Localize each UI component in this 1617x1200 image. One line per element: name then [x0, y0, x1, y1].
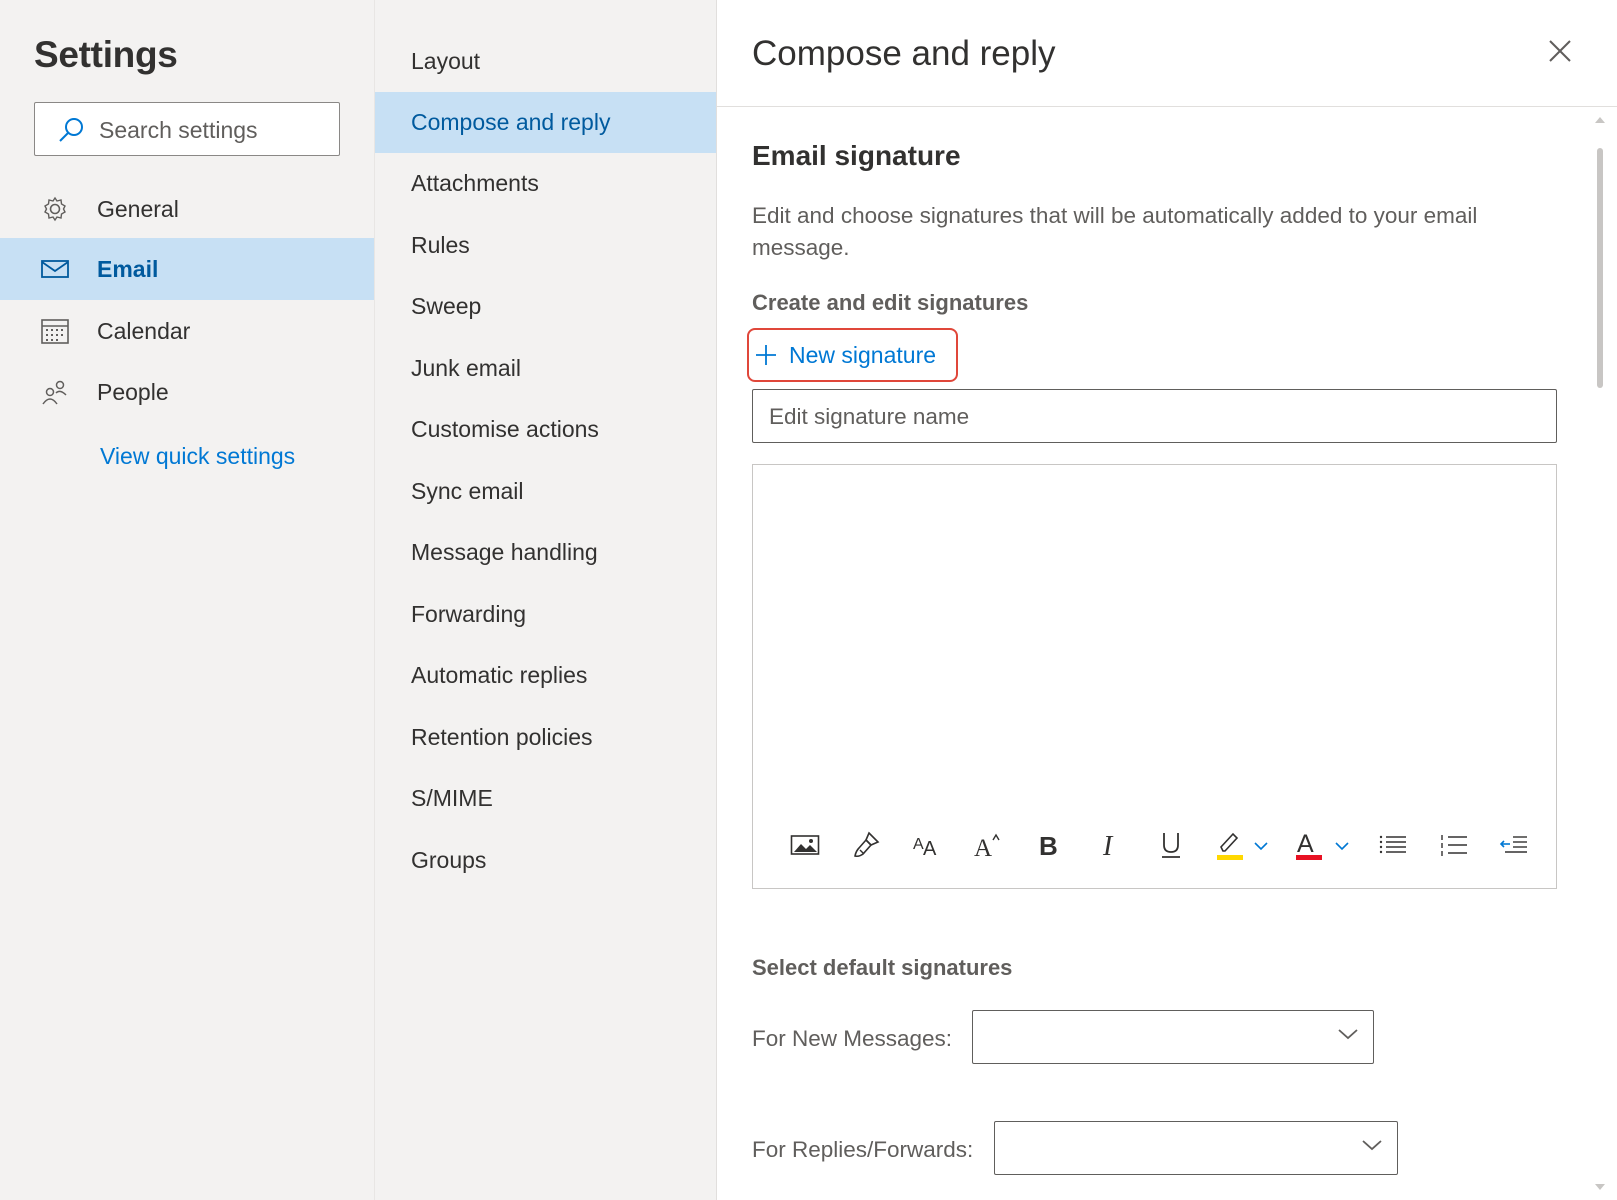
subnav-label: S/MIME	[411, 785, 493, 811]
insert-picture-icon	[790, 835, 820, 855]
new-signature-label: New signature	[789, 341, 937, 368]
scroll-up-arrow-icon[interactable]	[1594, 116, 1606, 124]
subnav-label: Retention policies	[411, 724, 593, 750]
pane-title: Compose and reply	[752, 34, 1056, 73]
nav-label-email: Email	[97, 255, 159, 282]
nav-item-general[interactable]: General	[0, 178, 374, 240]
subnav-item-message-handling[interactable]: Message handling	[375, 522, 716, 583]
numbering-button[interactable]	[1436, 825, 1472, 865]
for-new-messages-label: For New Messages:	[752, 1026, 953, 1051]
font-color-button[interactable]: A	[1292, 825, 1354, 865]
nav-item-people[interactable]: People	[0, 361, 374, 423]
compose-reply-pane: Compose and reply Email signature Edit a…	[716, 0, 1617, 1200]
header-divider	[717, 106, 1617, 107]
chevron-down-icon	[1338, 1029, 1358, 1040]
nav-item-calendar[interactable]: Calendar	[0, 300, 374, 362]
bullets-button[interactable]	[1375, 825, 1411, 865]
mail-icon	[41, 260, 69, 278]
font-size-icon: A A	[913, 836, 937, 858]
signature-editor[interactable]: A A A B I A	[752, 464, 1557, 889]
signature-description: Edit and choose signatures that will be …	[752, 203, 1478, 260]
decrease-indent-icon	[1499, 836, 1527, 853]
search-input[interactable]	[97, 111, 331, 149]
subnav-item-smime[interactable]: S/MIME	[375, 768, 716, 829]
settings-nav-pane: Settings General Email	[0, 0, 374, 1200]
create-signatures-heading: Create and edit signatures	[752, 290, 1029, 315]
search-box[interactable]	[34, 102, 340, 156]
email-subnav-pane: Layout Compose and reply Attachments Rul…	[374, 0, 716, 1200]
for-replies-dropdown[interactable]	[994, 1121, 1398, 1175]
nav-label-calendar: Calendar	[97, 317, 191, 344]
bold-button[interactable]: B	[1031, 825, 1067, 865]
highlight-button[interactable]	[1213, 825, 1273, 865]
close-icon[interactable]	[1547, 38, 1573, 64]
scroll-down-arrow-icon[interactable]	[1594, 1183, 1606, 1191]
subnav-label: Message handling	[411, 539, 598, 565]
numbering-icon	[1441, 835, 1467, 856]
email-signature-heading: Email signature	[752, 140, 961, 171]
subnav-label: Automatic replies	[411, 662, 588, 688]
scrollbar-thumb[interactable]	[1597, 148, 1603, 388]
svg-text:I: I	[1102, 831, 1114, 859]
underline-icon	[1162, 833, 1180, 858]
subnav-label: Sweep	[411, 293, 482, 319]
subnav-item-retention-policies[interactable]: Retention policies	[375, 707, 716, 768]
default-signatures-heading: Select default signatures	[752, 955, 1013, 980]
nav-item-email[interactable]: Email	[0, 238, 374, 300]
subnav-label: Rules	[411, 232, 470, 258]
nav-label-general: General	[97, 195, 179, 222]
view-quick-settings-link[interactable]: View quick settings	[100, 443, 295, 470]
subnav-label: Groups	[411, 847, 487, 873]
subnav-item-sweep[interactable]: Sweep	[375, 276, 716, 337]
font-size-button[interactable]: A A	[909, 825, 945, 865]
svg-text:A: A	[974, 835, 992, 859]
subnav-item-junk-email[interactable]: Junk email	[375, 338, 716, 399]
highlight-icon	[1217, 832, 1268, 860]
svg-text:B: B	[1039, 831, 1058, 859]
subnav-label: Sync email	[411, 478, 524, 504]
subnav-label: Customise actions	[411, 416, 599, 442]
search-icon	[59, 118, 83, 142]
subnav-item-customise-actions[interactable]: Customise actions	[375, 399, 716, 460]
subnav-item-groups[interactable]: Groups	[375, 830, 716, 891]
insert-picture-button[interactable]	[787, 825, 823, 865]
subnav-item-rules[interactable]: Rules	[375, 215, 716, 276]
signature-name-field[interactable]	[752, 389, 1557, 443]
superscript-icon: A	[974, 833, 1000, 859]
subnav-label: Attachments	[411, 170, 539, 196]
italic-icon: I	[1102, 831, 1114, 859]
calendar-icon	[41, 319, 69, 344]
subnav-label: Compose and reply	[411, 109, 611, 135]
signature-name-input[interactable]	[767, 399, 1531, 435]
format-painter-button[interactable]	[848, 825, 884, 865]
subnav-label: Junk email	[411, 355, 521, 381]
subnav-label: Layout	[411, 48, 481, 74]
superscript-button[interactable]: A	[970, 825, 1006, 865]
for-new-messages-dropdown[interactable]	[972, 1010, 1374, 1064]
subnav-item-attachments[interactable]: Attachments	[375, 153, 716, 214]
nav-label-people: People	[97, 378, 169, 405]
subnav-item-automatic-replies[interactable]: Automatic replies	[375, 645, 716, 706]
settings-title: Settings	[34, 34, 178, 75]
gear-icon	[44, 196, 66, 222]
svg-text:A: A	[1297, 830, 1314, 858]
subnav-item-forwarding[interactable]: Forwarding	[375, 584, 716, 645]
chevron-down-icon	[1362, 1140, 1382, 1151]
new-signature-button[interactable]: New signature	[747, 328, 958, 382]
italic-button[interactable]: I	[1092, 825, 1128, 865]
format-painter-icon	[854, 831, 880, 858]
underline-button[interactable]	[1153, 825, 1189, 865]
svg-text:A: A	[923, 838, 937, 858]
subnav-label: Forwarding	[411, 601, 527, 627]
subnav-item-compose-and-reply[interactable]: Compose and reply	[375, 92, 716, 153]
subnav-item-sync-email[interactable]: Sync email	[375, 461, 716, 522]
subnav-item-layout[interactable]: Layout	[375, 31, 716, 92]
decrease-indent-button[interactable]	[1496, 825, 1532, 865]
bold-icon: B	[1039, 831, 1058, 859]
for-replies-label: For Replies/Forwards:	[752, 1137, 974, 1162]
plus-icon	[756, 345, 776, 365]
people-icon	[42, 380, 67, 405]
bullets-icon	[1379, 835, 1406, 854]
font-color-icon: A	[1296, 830, 1349, 860]
